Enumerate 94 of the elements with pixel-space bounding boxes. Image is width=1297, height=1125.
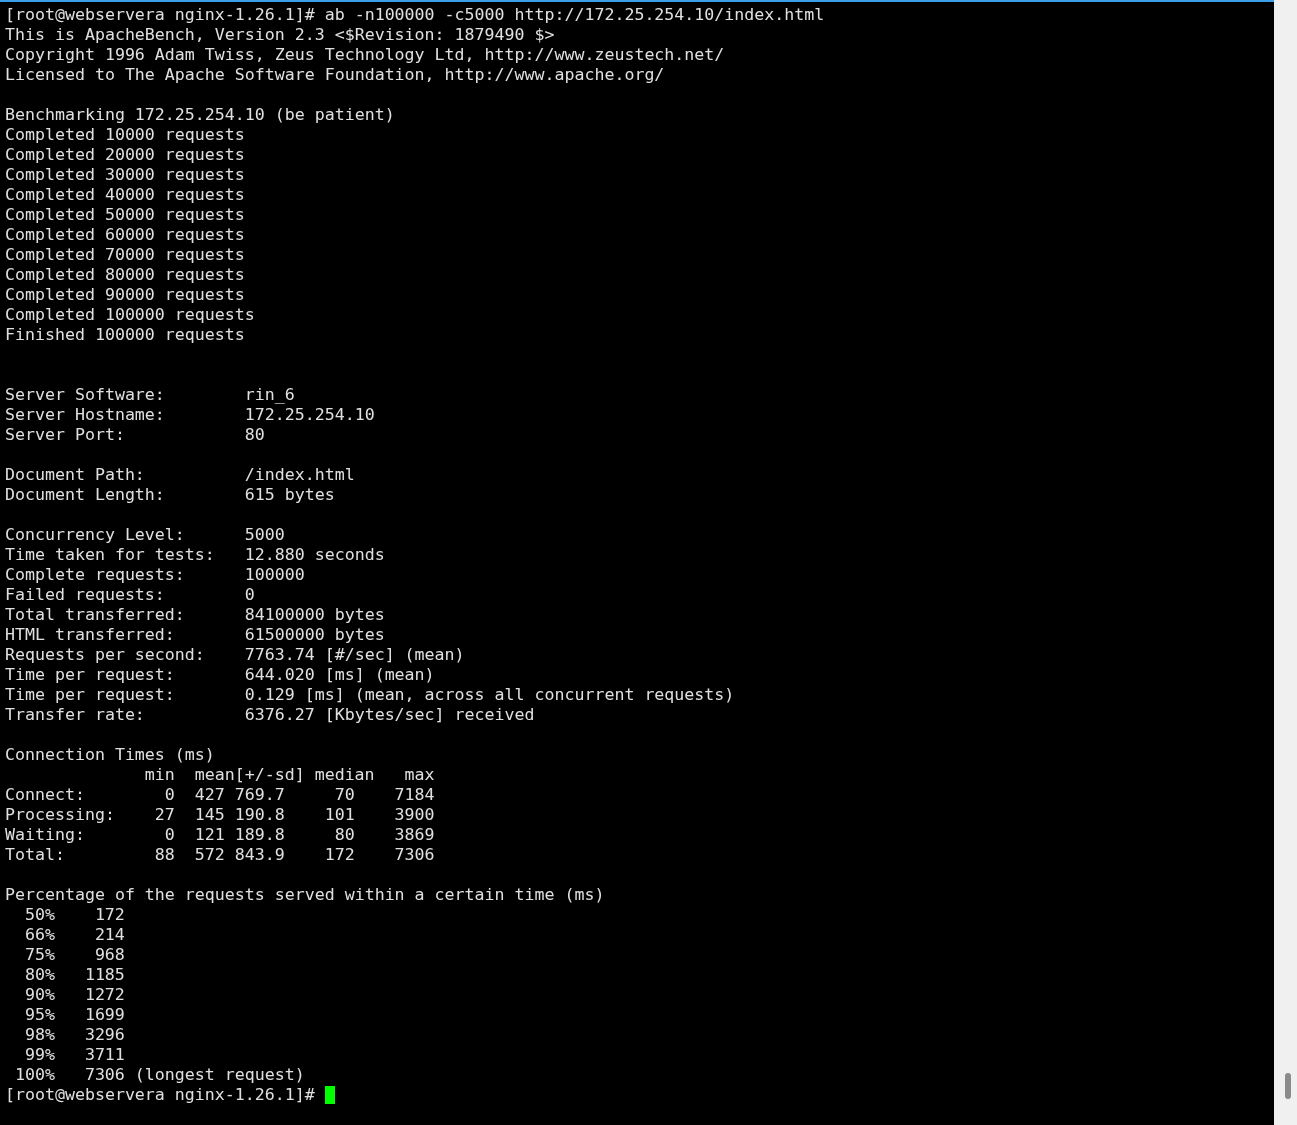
result-value: 80 xyxy=(244,425,265,445)
table-cell: 145 190.8 xyxy=(194,805,285,825)
percent-label: 50% xyxy=(24,905,55,925)
percent-label: 66% xyxy=(24,925,55,945)
table-cell: 3869 xyxy=(394,825,435,845)
result-value: 6376.27 [Kbytes/sec] received xyxy=(244,705,535,725)
time-value: 1699 xyxy=(84,1005,125,1025)
result-value: 615 bytes xyxy=(244,485,335,505)
progress-line: Completed 80000 requests xyxy=(5,265,245,285)
scrollbar-thumb[interactable] xyxy=(1285,1073,1291,1099)
result-value: 84100000 bytes xyxy=(244,605,385,625)
table-cell: 427 769.7 xyxy=(194,785,285,805)
output-line: Copyright 1996 Adam Twiss, Zeus Technology Ltd, http://www.zeustech.net/ xyxy=(5,45,725,65)
result-label: Concurrency Level: xyxy=(5,525,186,545)
row-label: Connect: xyxy=(5,785,85,804)
result-value: 61500000 bytes xyxy=(244,625,385,645)
result-value: 100000 xyxy=(244,565,305,585)
result-label: Server Software: xyxy=(5,385,166,405)
column-header: median xyxy=(314,765,375,785)
percent-label: 95% xyxy=(24,1005,55,1025)
progress-line: Completed 90000 requests xyxy=(5,285,245,305)
percent-label: 100% xyxy=(14,1065,55,1085)
progress-line: Completed 40000 requests xyxy=(5,185,245,205)
result-label: Server Port: xyxy=(5,425,126,445)
result-label: Time taken for tests: xyxy=(5,545,216,565)
result-value: 644.020 [ms] (mean) xyxy=(244,665,435,685)
table-cell: 7184 xyxy=(394,785,435,805)
time-value: 1272 xyxy=(84,985,125,1005)
shell-prompt: [root@webservera nginx-1.26.1]# xyxy=(5,5,315,25)
table-cell: 7306 xyxy=(394,845,435,865)
result-label: Server Hostname: xyxy=(5,405,166,425)
result-label: Failed requests: xyxy=(5,585,166,605)
table-cell: 0 xyxy=(164,785,175,805)
shell-prompt: [root@webservera nginx-1.26.1]# xyxy=(5,1085,315,1105)
progress-line: Completed 60000 requests xyxy=(5,225,245,245)
result-label: Time per request: xyxy=(5,665,176,685)
time-value: 1185 xyxy=(84,965,125,985)
table-cell: 121 189.8 xyxy=(194,825,285,845)
table-cell: 0 xyxy=(164,825,175,845)
result-label: HTML transferred: xyxy=(5,625,176,645)
table-cell: 27 xyxy=(154,805,175,825)
note-text: (longest request) xyxy=(134,1065,305,1085)
result-value: rin_6 xyxy=(244,385,295,405)
result-value: 7763.74 [#/sec] (mean) xyxy=(244,645,465,665)
row-label: Total: xyxy=(5,845,65,864)
progress-line: Completed 10000 requests xyxy=(5,125,245,145)
table-cell: 572 843.9 xyxy=(194,845,285,865)
result-value: 0.129 [ms] (mean, across all concurrent requests) xyxy=(244,685,735,705)
section-title: Connection Times (ms) xyxy=(5,745,215,765)
progress-line: Completed 100000 requests xyxy=(5,305,255,325)
percent-label: 75% xyxy=(24,945,55,965)
progress-line: Completed 20000 requests xyxy=(5,145,245,165)
time-value: 968 xyxy=(94,945,125,965)
table-cell: 3900 xyxy=(394,805,435,825)
result-value: 172.25.254.10 xyxy=(244,405,375,425)
result-value: 12.880 seconds xyxy=(244,545,385,565)
section-title: Percentage of the requests served within a certain time (ms) xyxy=(5,885,605,905)
progress-line: Completed 50000 requests xyxy=(5,205,245,225)
output-line: Licensed to The Apache Software Foundation, http://www.apache.org/ xyxy=(5,65,665,85)
progress-line: Completed 30000 requests xyxy=(5,165,245,185)
result-label: Time per request: xyxy=(5,685,176,705)
row-label: Processing: xyxy=(5,805,115,824)
result-label: Document Path: xyxy=(5,465,146,485)
column-header: min xyxy=(144,765,175,785)
result-value: /index.html xyxy=(244,465,355,485)
progress-line: Finished 100000 requests xyxy=(5,325,245,345)
time-value: 3711 xyxy=(84,1045,125,1065)
time-value: 3296 xyxy=(84,1025,125,1045)
output-line: This is ApacheBench, Version 2.3 <$Revision: 1879490 $> xyxy=(5,25,555,45)
result-value: 5000 xyxy=(244,525,285,545)
command-text: ab -n100000 -c5000 http://172.25.254.10/index.html xyxy=(324,5,825,25)
table-cell: 70 xyxy=(334,785,355,805)
percent-label: 80% xyxy=(24,965,55,985)
table-cell: 172 xyxy=(324,845,355,865)
result-label: Total transferred: xyxy=(5,605,186,625)
table-cell: 88 xyxy=(154,845,175,865)
result-value: 0 xyxy=(244,585,255,605)
percent-label: 98% xyxy=(24,1025,55,1045)
percent-label: 99% xyxy=(24,1045,55,1065)
table-cell: 80 xyxy=(334,825,355,845)
table-cell: 101 xyxy=(324,805,355,825)
result-label: Requests per second: xyxy=(5,645,206,665)
result-label: Transfer rate: xyxy=(5,705,146,725)
column-header: mean[+/-sd] xyxy=(194,765,305,785)
result-label: Complete requests: xyxy=(5,565,186,585)
result-label: Document Length: xyxy=(5,485,166,505)
time-value: 172 xyxy=(94,905,125,925)
time-value: 214 xyxy=(94,925,125,945)
column-header: max xyxy=(404,765,435,785)
progress-line: Benchmarking 172.25.254.10 (be patient) xyxy=(5,105,395,125)
progress-line: Completed 70000 requests xyxy=(5,245,245,265)
time-value: 7306 xyxy=(84,1065,125,1085)
row-label: Waiting: xyxy=(5,825,85,844)
percent-label: 90% xyxy=(24,985,55,1005)
